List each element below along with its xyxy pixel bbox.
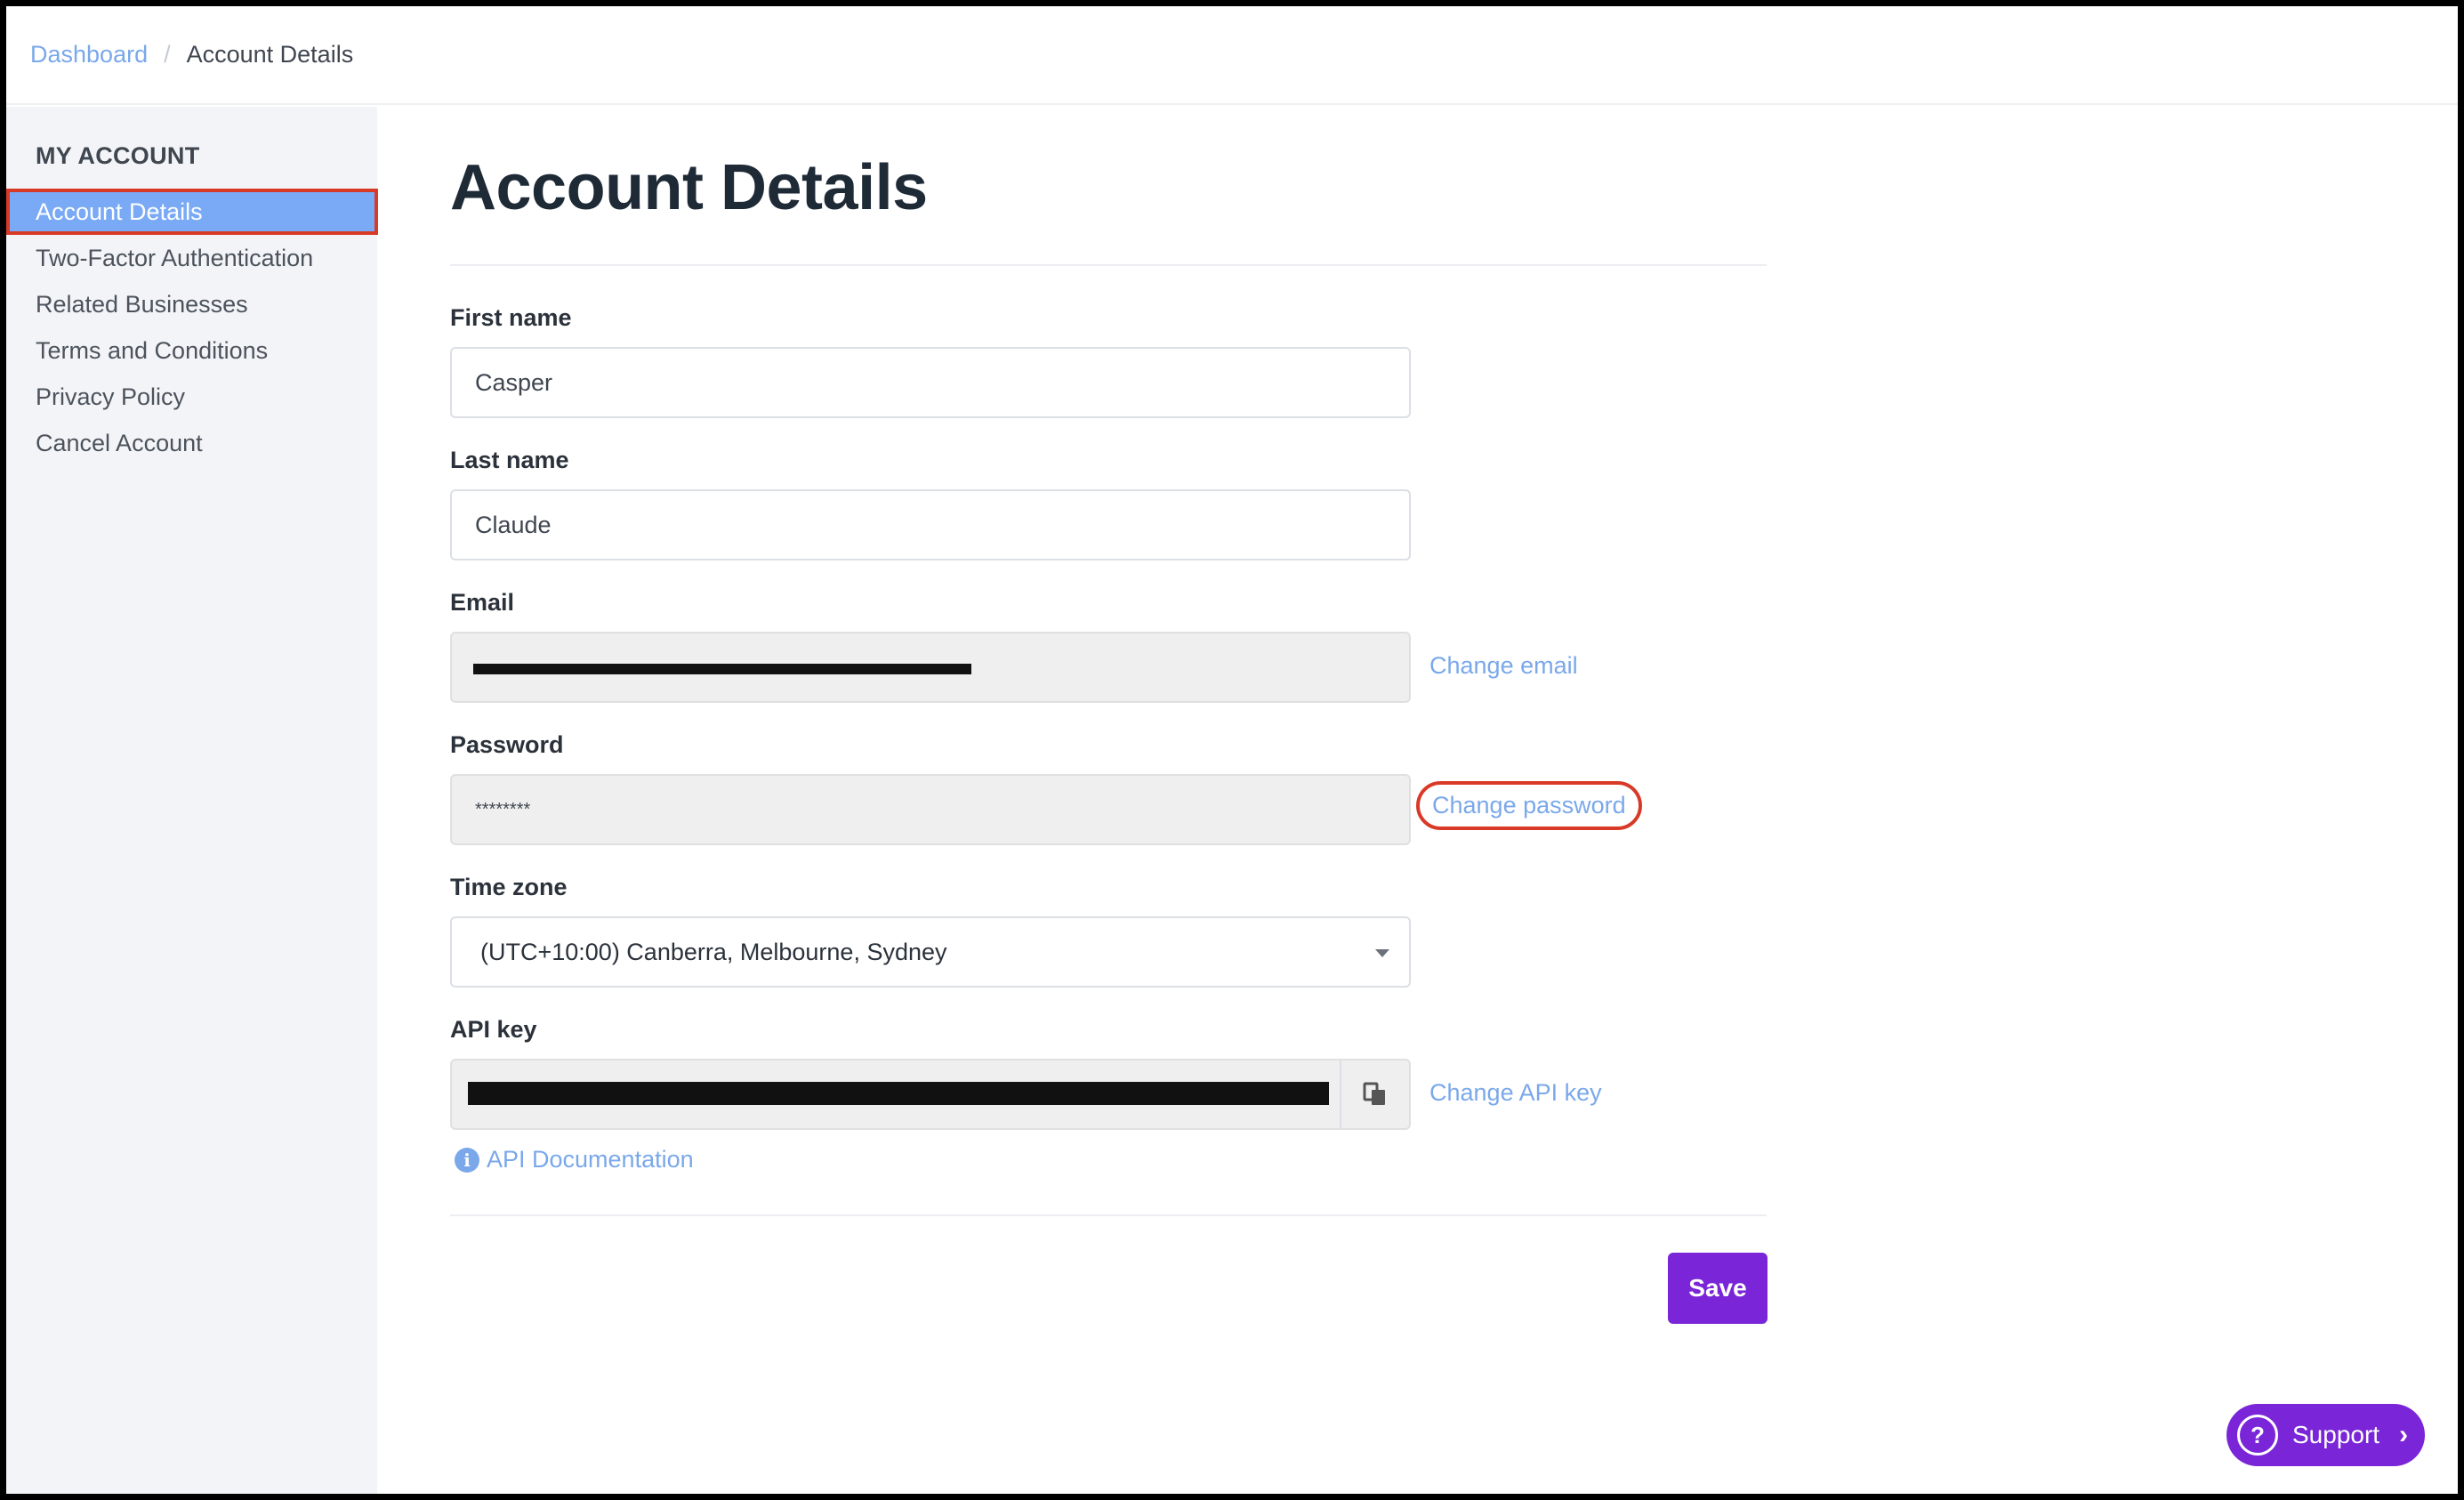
email-label: Email — [450, 589, 515, 616]
sidebar-item-privacy-policy[interactable]: Privacy Policy — [6, 374, 377, 420]
time-zone-select[interactable]: (UTC+10:00) Canberra, Melbourne, Sydney — [450, 916, 1411, 988]
first-name-label: First name — [450, 304, 572, 331]
app-window: Dashboard / Account Details MY ACCOUNT A… — [6, 6, 2458, 1494]
sidebar-heading: MY ACCOUNT — [36, 142, 200, 169]
first-name-input[interactable] — [450, 347, 1411, 418]
time-zone-label: Time zone — [450, 874, 568, 900]
breadcrumb-separator: / — [164, 41, 171, 68]
sidebar-item-account-details[interactable]: Account Details — [6, 189, 378, 235]
change-email-link[interactable]: Change email — [1429, 652, 1578, 680]
api-key-field — [450, 1059, 1411, 1130]
breadcrumb-dashboard-link[interactable]: Dashboard — [30, 41, 148, 69]
save-button[interactable]: Save — [1668, 1253, 1767, 1324]
copy-api-key-button[interactable] — [1340, 1060, 1409, 1128]
api-key-label: API key — [450, 1016, 537, 1043]
form-divider — [450, 1214, 1767, 1216]
email-redaction — [473, 664, 971, 674]
change-api-key-link[interactable]: Change API key — [1429, 1079, 1602, 1107]
sidebar-item-cancel-account[interactable]: Cancel Account — [6, 420, 377, 466]
api-key-redaction — [468, 1082, 1329, 1105]
time-zone-value: (UTC+10:00) Canberra, Melbourne, Sydney — [480, 938, 947, 965]
api-documentation-link[interactable]: i API Documentation — [455, 1146, 694, 1173]
sidebar-item-two-factor-authentication[interactable]: Two-Factor Authentication — [6, 235, 377, 281]
change-password-link[interactable]: Change password — [1416, 781, 1642, 830]
api-documentation-label: API Documentation — [487, 1146, 694, 1173]
chevron-right-icon: › — [2399, 1420, 2409, 1449]
title-divider — [450, 264, 1767, 266]
question-circle-icon: ? — [2237, 1415, 2278, 1456]
last-name-input[interactable] — [450, 489, 1411, 560]
info-icon: i — [455, 1147, 479, 1173]
support-button[interactable]: ? Support › — [2226, 1404, 2425, 1466]
caret-down-icon — [1375, 949, 1389, 957]
breadcrumb: Dashboard / Account Details — [6, 6, 2458, 105]
last-name-label: Last name — [450, 447, 569, 473]
sidebar-item-terms-and-conditions[interactable]: Terms and Conditions — [6, 327, 377, 374]
password-field: ******** — [450, 774, 1411, 845]
support-label: Support — [2292, 1421, 2380, 1448]
sidebar: MY ACCOUNT Account Details Two-Factor Au… — [6, 107, 378, 1494]
email-field — [450, 632, 1411, 703]
page-title: Account Details — [450, 152, 928, 223]
sidebar-nav: Account Details Two-Factor Authenticatio… — [6, 189, 378, 466]
sidebar-item-related-businesses[interactable]: Related Businesses — [6, 281, 377, 327]
password-label: Password — [450, 731, 564, 758]
copy-icon — [1363, 1082, 1385, 1105]
breadcrumb-current: Account Details — [186, 41, 354, 68]
